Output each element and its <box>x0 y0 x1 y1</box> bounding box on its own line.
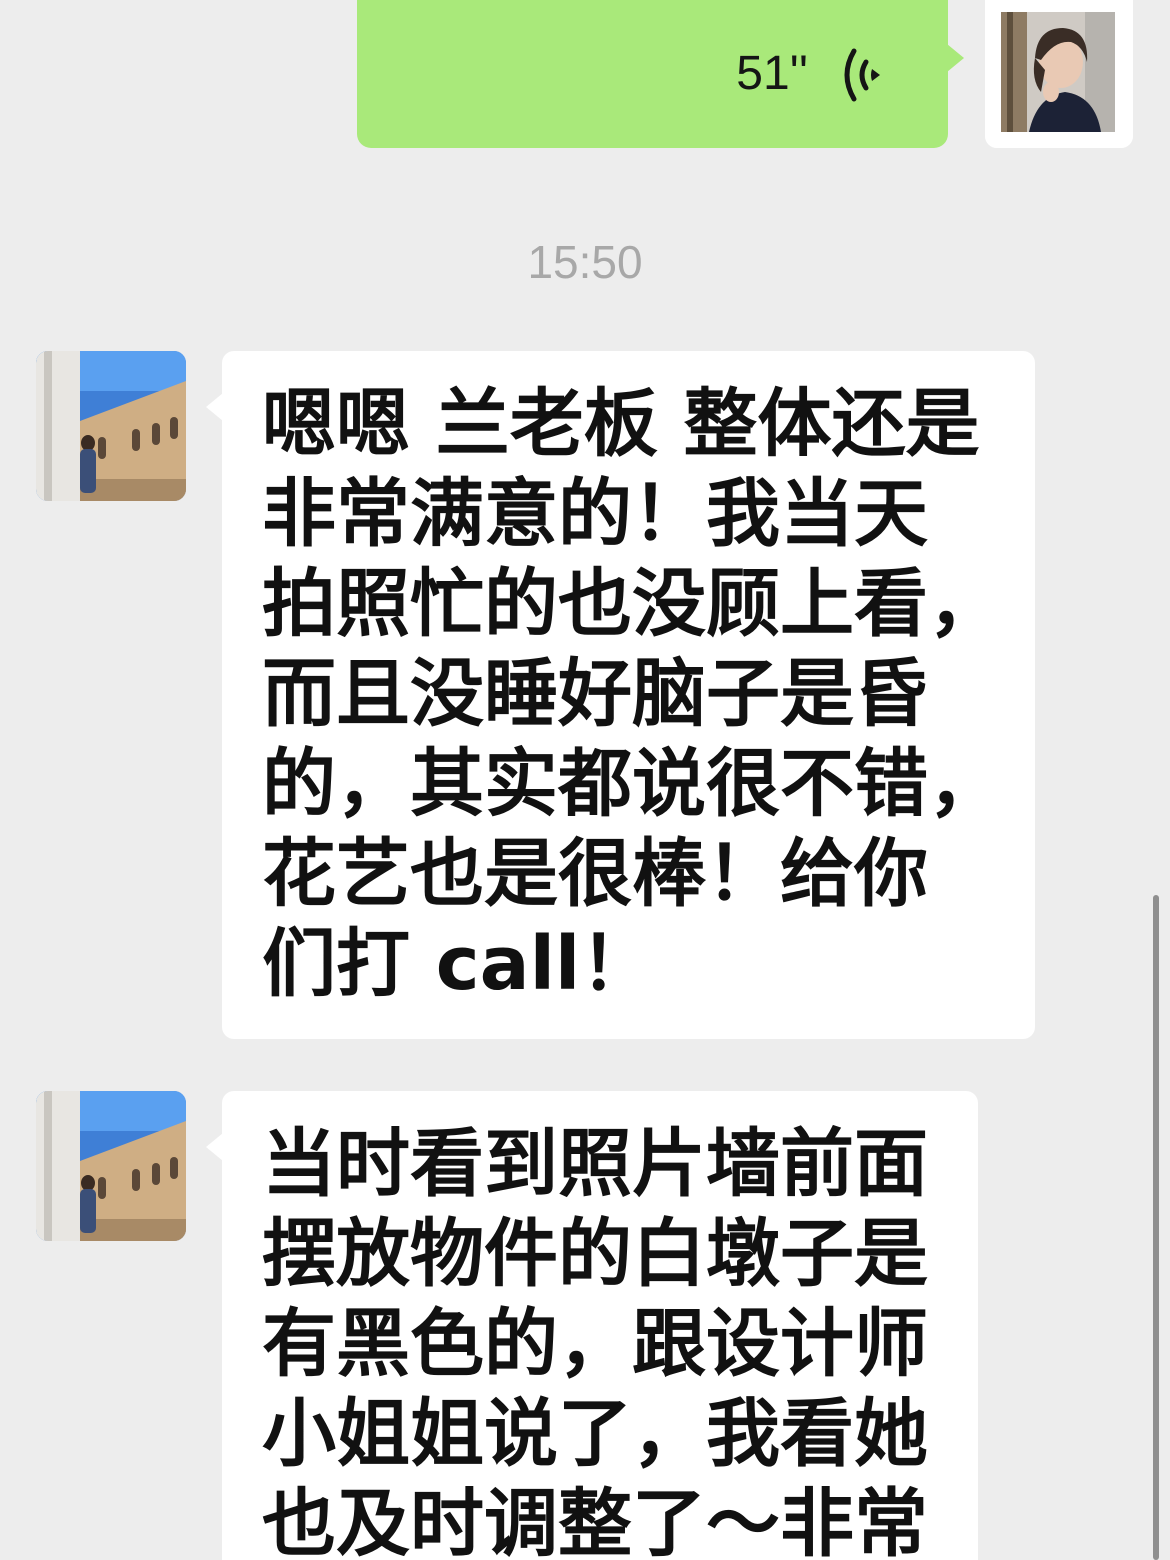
avatar-photo-icon <box>985 0 1133 148</box>
message-line: 们打 call！ <box>262 921 655 1007</box>
contact-avatar[interactable] <box>36 351 186 501</box>
outgoing-voice-message[interactable]: 51'' <box>357 0 964 148</box>
message-line: 也及时调整了～非常 <box>262 1481 928 1560</box>
message-line: 而且没睡好脑子是昏 <box>262 651 928 737</box>
message-line: 嗯嗯 兰老板 整体还是 <box>262 381 980 467</box>
incoming-message-1[interactable]: 嗯嗯 兰老板 整体还是 非常满意的！我当天 拍照忙的也没顾上看， 而且没睡好脑子… <box>206 351 1035 1039</box>
message-line: 的，其实都说很不错， <box>262 741 1002 827</box>
voice-duration: 51'' <box>736 47 808 100</box>
avatar-photo-icon <box>36 1091 186 1241</box>
my-avatar[interactable] <box>985 0 1133 148</box>
message-line: 小姐姐说了，我看她 <box>262 1391 928 1477</box>
message-line: 花艺也是很棒！给你 <box>262 831 928 917</box>
contact-avatar[interactable] <box>36 1091 186 1241</box>
chat-scroll-area[interactable]: 51'' 15:50 嗯嗯 兰老板 整体还是 非常满意的！我当天 拍照忙的也没顾… <box>0 0 1170 1560</box>
message-timestamp: 15:50 <box>527 236 643 288</box>
message-line: 摆放物件的白墩子是 <box>262 1211 928 1297</box>
scrollbar[interactable] <box>1153 895 1159 1560</box>
incoming-message-2[interactable]: 当时看到照片墙前面 摆放物件的白墩子是 有黑色的，跟设计师 小姐姐说了，我看她 … <box>206 1091 978 1560</box>
avatar-photo-icon <box>36 351 186 501</box>
message-line: 当时看到照片墙前面 <box>262 1121 928 1207</box>
message-line: 拍照忙的也没顾上看， <box>262 561 1002 647</box>
message-line: 有黑色的，跟设计师 <box>262 1301 928 1387</box>
voice-wave-icon <box>844 48 880 102</box>
message-line: 非常满意的！我当天 <box>262 471 928 557</box>
